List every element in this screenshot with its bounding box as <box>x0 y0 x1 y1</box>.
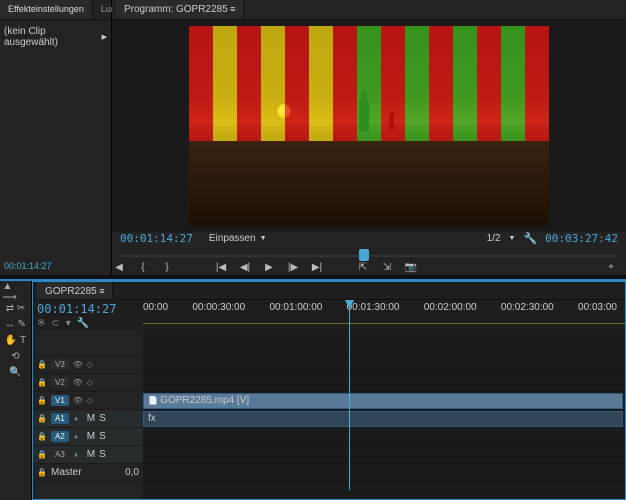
lock-icon[interactable]: 🔒 <box>37 414 47 423</box>
track-v1[interactable]: 🔒V1👁◇ <box>33 392 143 410</box>
lock-icon[interactable]: 🔒 <box>37 450 47 459</box>
marker-icon[interactable]: ▾ <box>66 318 71 329</box>
zoom-ratio[interactable]: 1/2 <box>487 233 501 244</box>
button-editor-icon[interactable]: + <box>604 261 618 275</box>
mark-clip-icon[interactable]: } <box>160 261 174 275</box>
lane-master[interactable] <box>143 464 625 482</box>
time-ruler[interactable]: 00:0000:00:30:00 00:01:00:0000:01:30:00 … <box>143 300 625 330</box>
effects-panel: Effekteinstellungen Lume (kein Clip ausg… <box>0 0 112 275</box>
program-monitor: Programm: GOPR2285 ≡ 00:01:14:27 Einpa <box>112 0 626 275</box>
zoom-tool-icon[interactable]: 🔍 <box>3 365 29 379</box>
video-preview[interactable] <box>189 26 549 226</box>
sequence-tab[interactable]: GOPR2285 ≡ <box>37 282 113 299</box>
lift-icon[interactable]: ⇱ <box>356 261 370 275</box>
step-back-icon[interactable]: ◀| <box>238 261 252 275</box>
eye-icon[interactable]: 👁 <box>73 396 83 405</box>
eye-icon[interactable]: 👁 <box>73 360 83 369</box>
lock-icon[interactable]: 🔒 <box>37 396 47 405</box>
scrub-playhead[interactable] <box>359 249 369 261</box>
track-v3[interactable]: 🔒V3👁◇ <box>33 356 143 374</box>
go-out-icon[interactable]: ▶| <box>310 261 324 275</box>
lane-v3[interactable] <box>143 356 625 374</box>
step-fwd-icon[interactable]: |▶ <box>286 261 300 275</box>
scrub-bar[interactable] <box>120 247 618 258</box>
mark-in-icon[interactable]: ◀︎ <box>112 261 126 275</box>
track-v2[interactable]: 🔒V2👁◇ <box>33 374 143 392</box>
duration-timecode: 00:03:27:42 <box>545 232 618 245</box>
fit-dropdown[interactable]: Einpassen▼ <box>209 233 267 244</box>
play-icon[interactable]: ▶ <box>262 261 276 275</box>
tool-palette: ▲ ⟶ ⇄ ✂ ↔ ✎ ✋ T ⟲ 🔍 <box>0 281 32 500</box>
extract-icon[interactable]: ⇲ <box>380 261 394 275</box>
lock-icon[interactable]: 🔒 <box>37 432 47 441</box>
track-a3[interactable]: 🔒A3🕨MS <box>33 446 143 464</box>
lock-icon[interactable]: 🔒 <box>37 378 47 387</box>
audio-clip[interactable]: fx <box>143 411 623 427</box>
video-clip[interactable]: 📄 GOPR2285.mp4 [V] <box>143 393 623 409</box>
tab-effect-settings[interactable]: Effekteinstellungen <box>0 0 93 19</box>
link-icon[interactable]: ⊂ <box>51 318 59 329</box>
timeline-timecode[interactable]: 00:01:14:27 <box>37 302 139 316</box>
no-clip-label: (kein Clip ausgewählt) <box>4 26 102 48</box>
current-timecode[interactable]: 00:01:14:27 <box>120 232 193 245</box>
program-tab[interactable]: Programm: GOPR2285 ≡ <box>116 0 244 19</box>
lane-a2[interactable] <box>143 428 625 446</box>
settings-icon[interactable]: 🔧 <box>523 232 537 245</box>
go-in-icon[interactable]: |◀ <box>214 261 228 275</box>
track-a1[interactable]: 🔒A1🕨MS <box>33 410 143 428</box>
source-timecode[interactable]: 00:01:14:27 <box>4 261 52 271</box>
slip-tool-icon[interactable]: ↔ ✎ <box>3 317 29 331</box>
timeline-panel: GOPR2285 ≡ 00:01:14:27 ※ ⊂ ▾ 🔧 00:0000:0… <box>32 281 626 500</box>
mark-out-icon[interactable]: { <box>136 261 150 275</box>
hand-tool-icon[interactable]: ✋ T <box>3 333 29 347</box>
selection-tool-icon[interactable]: ▲ ⟶ <box>3 285 29 299</box>
export-frame-icon[interactable]: 📷 <box>404 261 418 275</box>
lane-a3[interactable] <box>143 446 625 464</box>
lane-v1[interactable]: 📄 GOPR2285.mp4 [V] <box>143 392 625 410</box>
track-master[interactable]: 🔒Master0,0 <box>33 464 143 482</box>
snap-icon[interactable]: ※ <box>37 318 45 329</box>
lock-icon[interactable]: 🔒 <box>37 360 47 369</box>
settings-icon[interactable]: 🔧 <box>77 318 89 329</box>
timeline-playhead[interactable] <box>349 300 350 490</box>
chevron-right-icon[interactable]: ▶ <box>102 33 107 41</box>
ripple-tool-icon[interactable]: ⇄ ✂ <box>3 301 29 315</box>
eye-icon[interactable]: 👁 <box>73 378 83 387</box>
rate-tool-icon[interactable]: ⟲ <box>3 349 29 363</box>
color-stripes-overlay <box>189 26 549 226</box>
track-a2[interactable]: 🔒A2🕨MS <box>33 428 143 446</box>
lane-a1[interactable]: fx <box>143 410 625 428</box>
lane-v2[interactable] <box>143 374 625 392</box>
